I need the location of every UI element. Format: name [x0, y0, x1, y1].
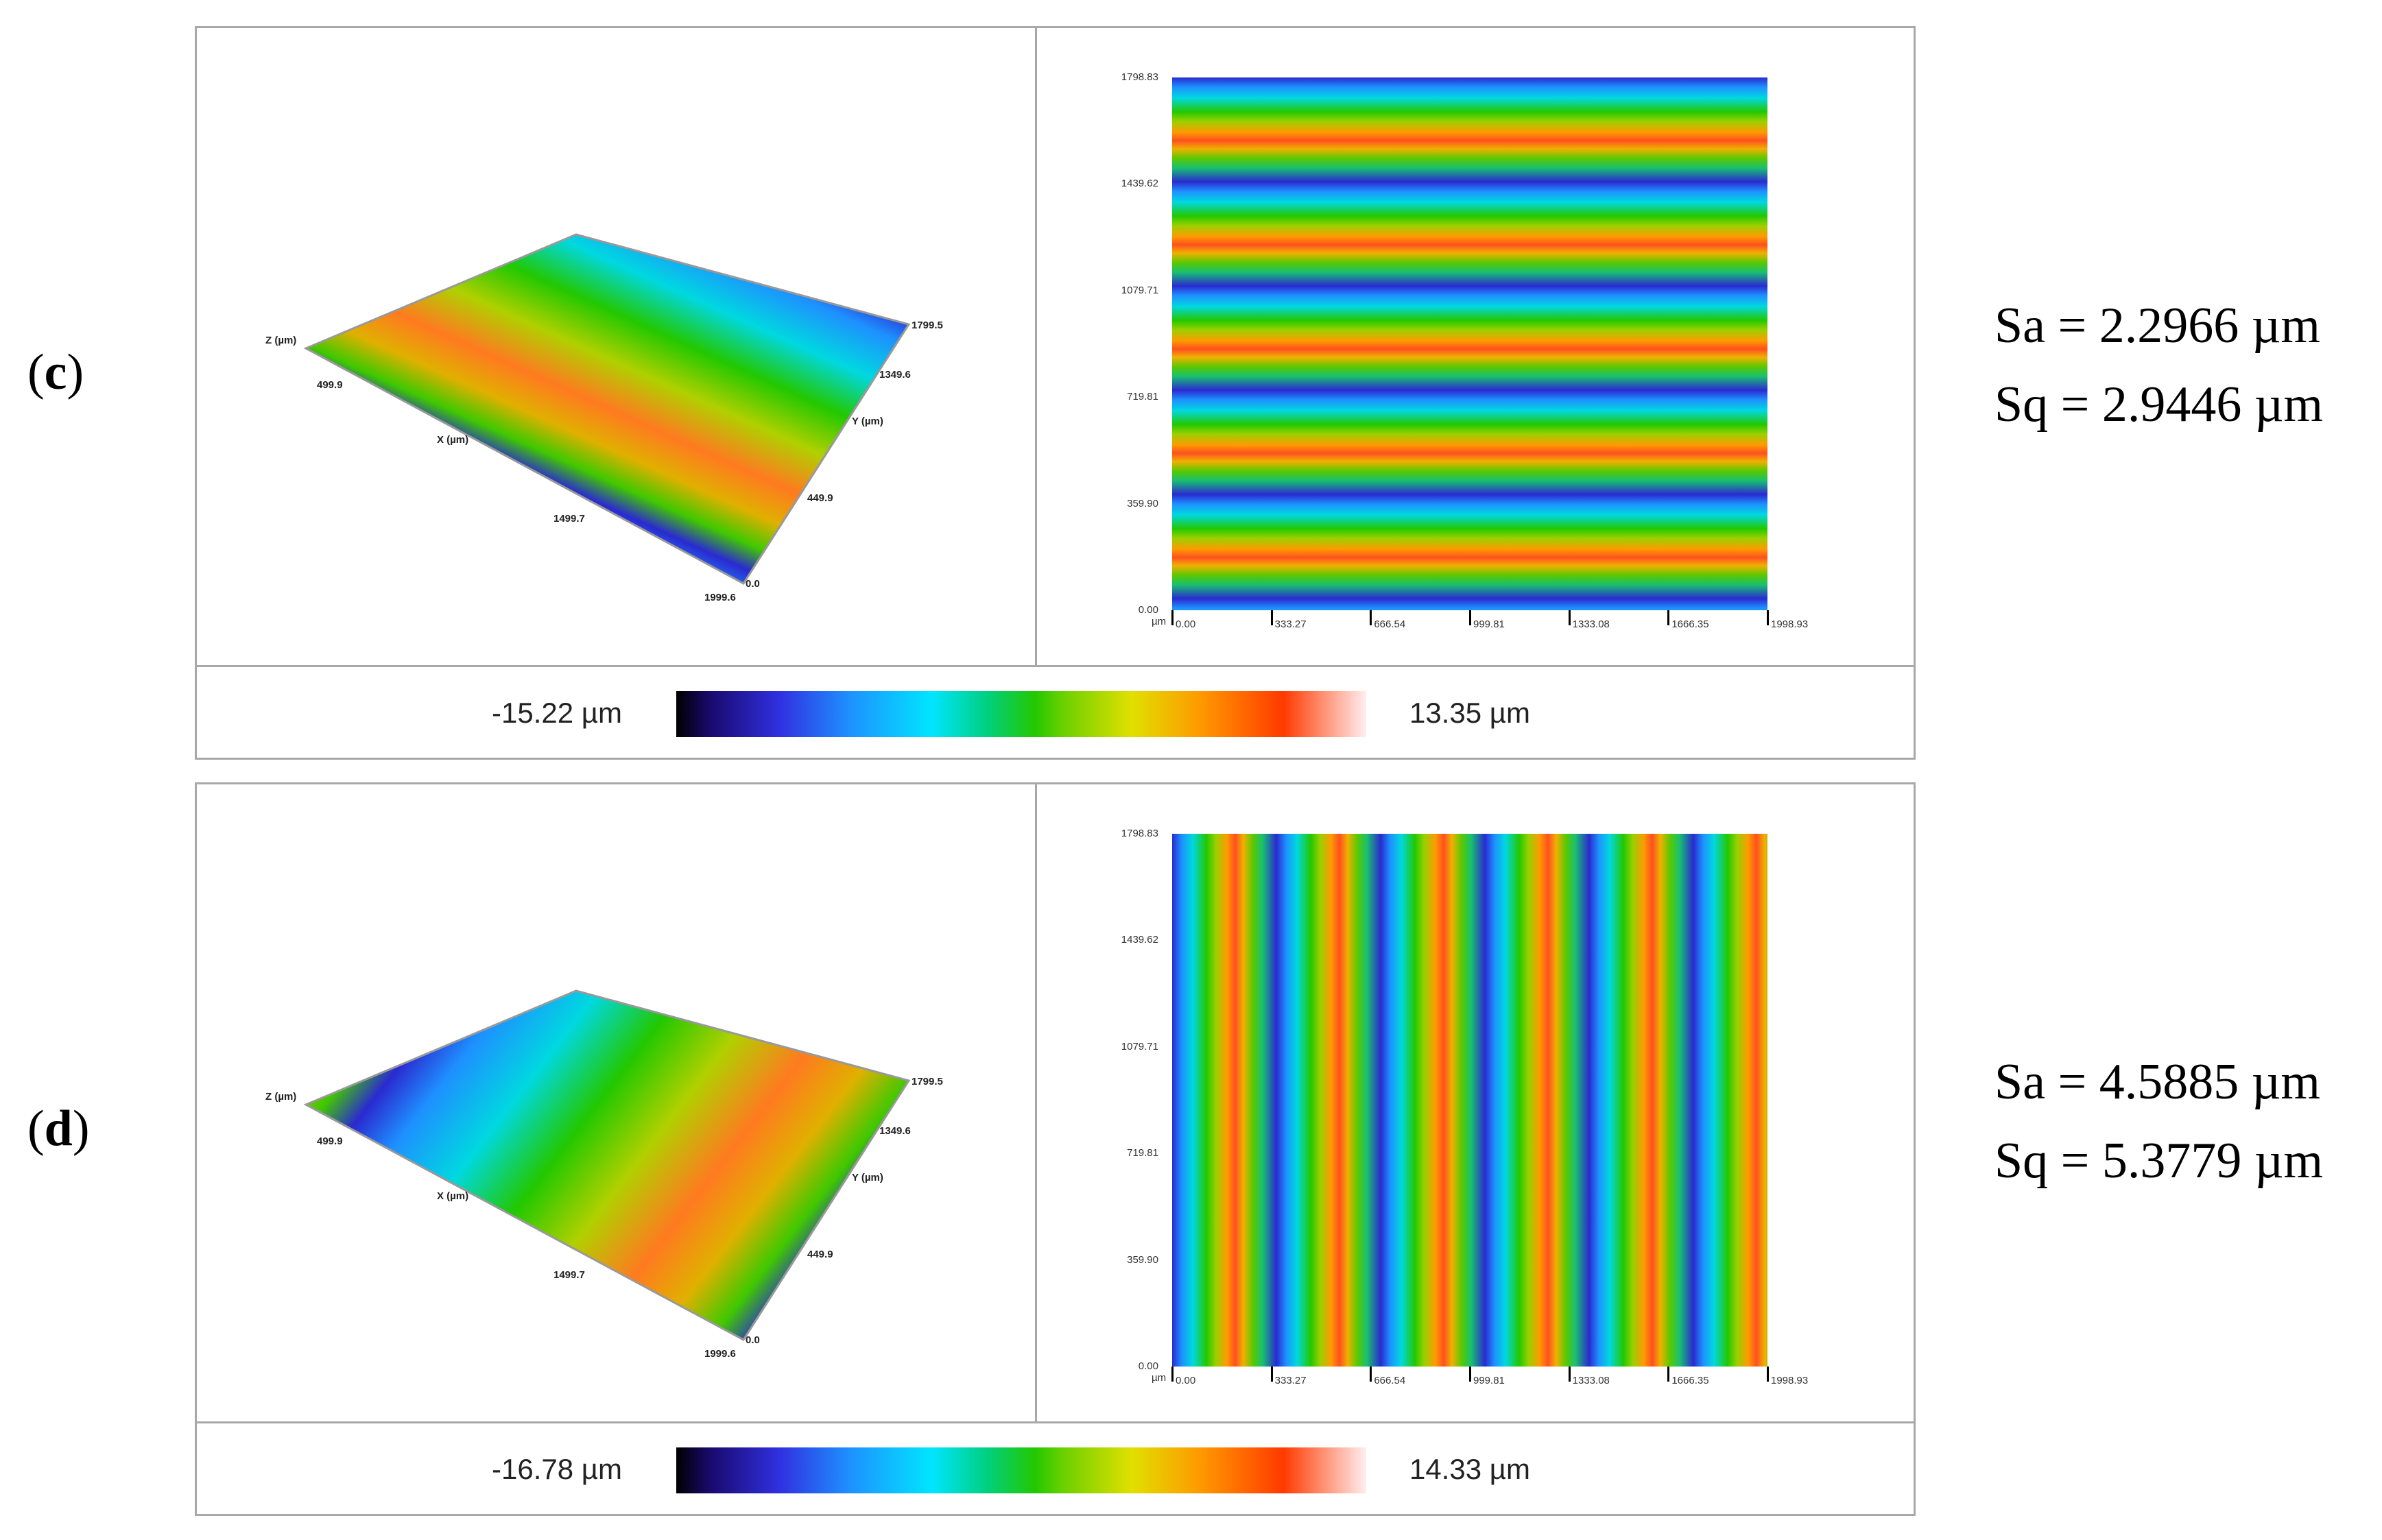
x-axis-tick: 1499.7	[553, 513, 585, 525]
x-tick-label: 1333.08	[1572, 618, 1610, 630]
x-tick-mark	[1370, 610, 1372, 625]
y-tick-label: 1079.71	[1121, 284, 1158, 296]
y-tick-label: 1079.71	[1121, 1040, 1158, 1052]
roughness-stats: Sa = 2.2966 µm Sq = 2.9446 µm	[1994, 287, 2323, 444]
paren-open: (	[27, 344, 45, 400]
panel-c: 1798.83 1439.62 1079.71 719.81 359.90 0.00 0.…	[195, 26, 1916, 760]
x-tick-mark	[1171, 610, 1174, 625]
panel-letter: d	[44, 1100, 73, 1157]
divider	[1035, 784, 1037, 1423]
sq-value: Sq = 2.9446 µm	[1994, 376, 2324, 433]
x-tick-label: 0.00	[1176, 618, 1196, 630]
x-tick-mark	[1270, 1367, 1273, 1382]
x-tick-mark	[1469, 1367, 1471, 1382]
surface-3d: Z (µm) 499.9 X (µm) 1499.7 1999.6 0.0 44…	[265, 233, 943, 603]
surface-plane	[303, 989, 911, 1341]
x-tick-label: 1666.35	[1671, 618, 1709, 630]
y-axis-tick: 1799.5	[912, 320, 943, 331]
panel-label: (d)	[27, 1100, 89, 1158]
panel-letter: c	[44, 344, 67, 400]
y-tick-label: 359.90	[1127, 497, 1158, 509]
y-axis-tick: 1349.6	[879, 1125, 911, 1137]
x-tick-label: 1666.35	[1671, 1375, 1709, 1386]
x-tick-label: 666.54	[1374, 1375, 1406, 1386]
panel-d: 1798.83 1439.62 1079.71 719.81 359.90 0.00 0.…	[195, 782, 1916, 1516]
z-axis-label: Z (µm)	[265, 335, 296, 346]
paren-close: )	[67, 344, 84, 400]
surface-plane	[303, 233, 911, 585]
paren-open: (	[27, 1100, 45, 1157]
height-map-2d	[1172, 834, 1767, 1367]
x-tick-label: 1333.08	[1572, 1375, 1610, 1386]
y-tick-label: 359.90	[1127, 1253, 1158, 1266]
x-tick-label: 333.27	[1274, 618, 1307, 630]
x-axis-label: X (µm)	[437, 1190, 468, 1202]
colorbar-max-label: 13.35 µm	[1409, 697, 1530, 729]
divider	[1035, 28, 1037, 667]
colorbar-max-label: 14.33 µm	[1409, 1453, 1530, 1485]
y-tick-label: 719.81	[1127, 1147, 1158, 1159]
sq-value: Sq = 5.3779 µm	[1994, 1133, 2324, 1189]
y-axis-label: Y (µm)	[852, 1172, 883, 1183]
y-axis-tick: 0.0	[746, 1334, 760, 1346]
x-tick-mark	[1767, 1367, 1769, 1382]
colorbar	[676, 1447, 1366, 1493]
x-tick-label: 1998.93	[1771, 1375, 1809, 1386]
unit-label: µm	[1152, 1372, 1167, 1384]
x-tick-mark	[1568, 610, 1571, 625]
y-axis-tick: 1349.6	[879, 369, 911, 381]
x-axis-tick: 1999.6	[704, 592, 736, 603]
y-tick-label: 1439.62	[1121, 178, 1158, 190]
x-tick-label: 999.81	[1473, 618, 1505, 630]
x-tick-label: 333.27	[1274, 1375, 1307, 1386]
x-tick-mark	[1667, 1367, 1670, 1382]
x-axis-tick: 1499.7	[553, 1269, 585, 1281]
paren-close: )	[72, 1100, 90, 1157]
x-tick-label: 999.81	[1473, 1375, 1505, 1386]
y-tick-label: 0.00	[1138, 604, 1158, 616]
y-tick-label: 719.81	[1127, 391, 1158, 403]
x-tick-mark	[1667, 610, 1670, 625]
panel-label: (c)	[27, 344, 84, 402]
x-tick-mark	[1767, 610, 1769, 625]
x-tick-label: 1998.93	[1771, 618, 1809, 630]
y-tick-label: 1798.83	[1121, 828, 1158, 839]
x-tick-mark	[1568, 1367, 1571, 1382]
y-tick-label: 0.00	[1138, 1360, 1158, 1372]
x-axis-tick: 499.9	[317, 1135, 343, 1147]
z-axis-label: Z (µm)	[265, 1091, 296, 1103]
x-tick-mark	[1370, 1367, 1372, 1382]
y-axis-tick: 449.9	[807, 492, 833, 504]
x-axis-tick: 499.9	[317, 379, 343, 391]
x-tick-mark	[1171, 1367, 1174, 1382]
x-tick-mark	[1469, 610, 1471, 625]
x-tick-label: 0.00	[1176, 1375, 1196, 1386]
y-tick-label: 1798.83	[1121, 71, 1158, 83]
roughness-stats: Sa = 4.5885 µm Sq = 5.3779 µm	[1994, 1043, 2323, 1201]
unit-label: µm	[1152, 616, 1167, 627]
colorbar-min-label: -15.22 µm	[492, 697, 622, 729]
surface-3d: Z (µm) 499.9 X (µm) 1499.7 1999.6 0.0 44…	[265, 989, 943, 1360]
y-axis-tick: 449.9	[807, 1249, 833, 1260]
sa-value: Sa = 2.2966 µm	[1994, 298, 2320, 354]
x-axis-label: X (µm)	[437, 434, 468, 446]
x-axis-tick: 1999.6	[704, 1348, 736, 1360]
y-tick-label: 1439.62	[1121, 934, 1158, 946]
x-tick-mark	[1270, 610, 1273, 625]
height-map-2d	[1172, 77, 1767, 610]
y-axis-tick: 1799.5	[912, 1076, 943, 1087]
x-tick-label: 666.54	[1374, 618, 1406, 630]
colorbar	[676, 691, 1366, 737]
sa-value: Sa = 4.5885 µm	[1994, 1054, 2320, 1110]
y-axis-tick: 0.0	[746, 578, 760, 590]
y-axis-label: Y (µm)	[852, 416, 883, 427]
colorbar-min-label: -16.78 µm	[492, 1453, 622, 1485]
